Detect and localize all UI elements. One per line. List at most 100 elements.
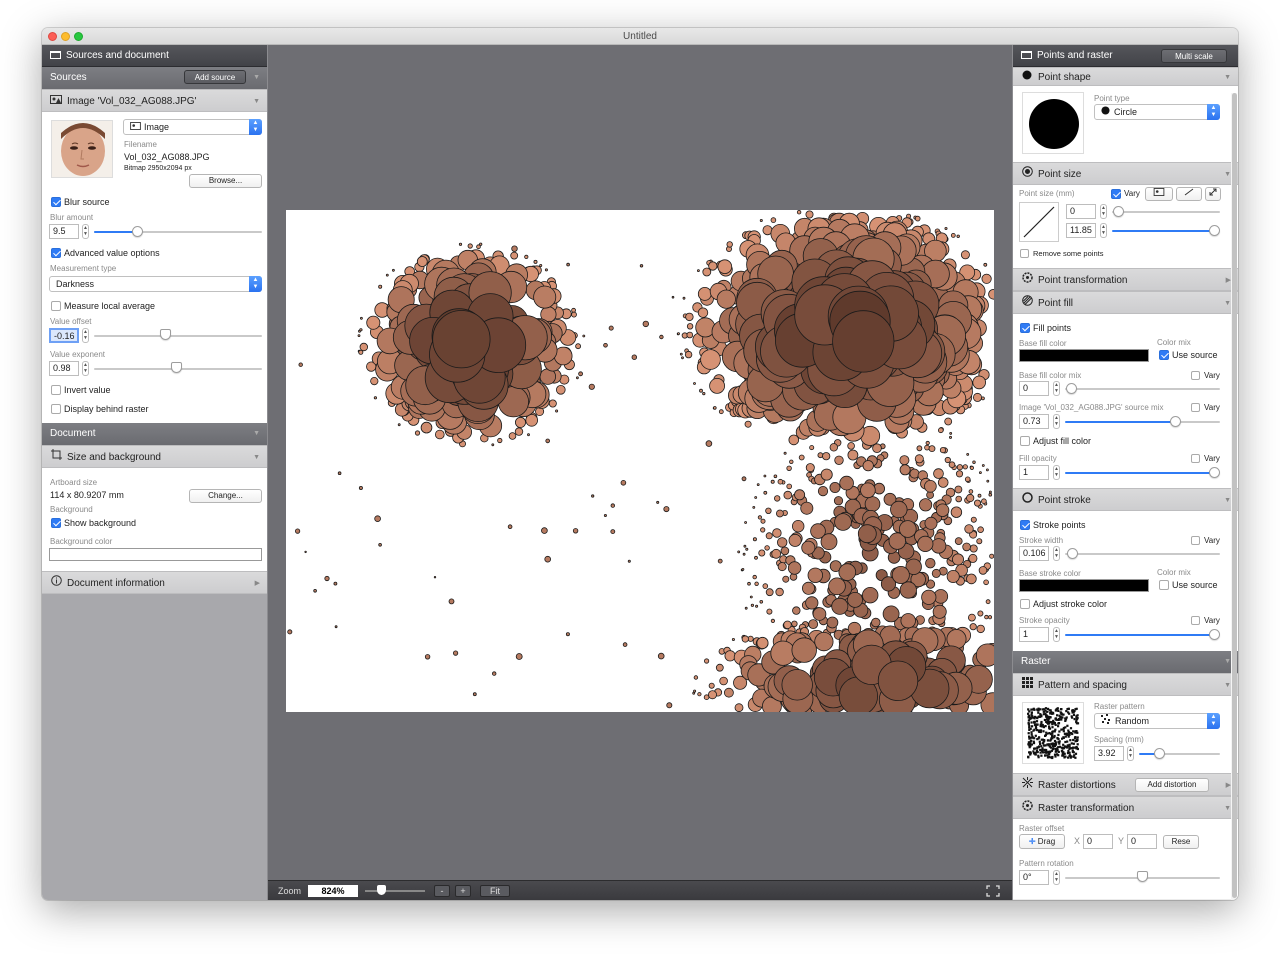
zoom-value-input[interactable]: 824% (308, 885, 358, 897)
collapse-icon[interactable]: ▼ (1224, 292, 1231, 315)
value-exponent-stepper[interactable]: ▲ ▼ (82, 361, 89, 376)
base-fill-mix-stepper[interactable]: ▲ ▼ (1053, 381, 1060, 396)
blur-amount-slider[interactable] (132, 226, 143, 237)
zoom-fit-button[interactable]: Fit (480, 885, 510, 897)
spacing-input[interactable]: 3.92 (1094, 746, 1124, 761)
point-type-select[interactable]: Circle ▲ ▼ (1094, 104, 1220, 120)
document-section-header[interactable]: Document ▼ (42, 423, 267, 445)
size-curve-button[interactable] (1176, 187, 1202, 201)
collapse-icon[interactable]: ▼ (1224, 797, 1231, 820)
size-curve-preview[interactable] (1019, 202, 1059, 242)
remove-points-checkbox[interactable] (1020, 249, 1029, 258)
close-window-button[interactable] (48, 32, 57, 41)
offset-x-input[interactable]: 0 (1083, 834, 1113, 849)
measurement-type-select[interactable]: Darkness ▲ ▼ (49, 276, 262, 292)
base-fill-mix-input[interactable]: 0 (1019, 381, 1049, 396)
expand-icon[interactable]: ▶ (255, 572, 260, 595)
base-fill-mix-track[interactable] (1065, 388, 1220, 390)
add-distortion-button[interactable]: Add distortion (1135, 778, 1209, 792)
zoom-slider[interactable] (377, 885, 386, 895)
fill-points-checkbox[interactable] (1020, 323, 1030, 333)
point-size-min-stepper[interactable]: ▲ ▼ (1100, 204, 1107, 219)
scrollbar-thumb[interactable] (1231, 93, 1237, 898)
point-size-min-track[interactable] (1112, 211, 1220, 213)
offset-y-input[interactable]: 0 (1127, 834, 1157, 849)
browse-button[interactable]: Browse... (189, 174, 262, 188)
fill-opacity-slider[interactable] (1209, 467, 1220, 478)
image-source-header[interactable]: Image 'Vol_032_AG088.JPG' ▼ (42, 89, 267, 112)
add-source-button[interactable]: Add source (184, 70, 246, 84)
stroke-opacity-slider[interactable] (1209, 629, 1220, 640)
use-source-stroke-checkbox[interactable] (1159, 580, 1169, 590)
background-color-swatch[interactable] (49, 548, 262, 561)
image-source-mix-input[interactable]: 0.73 (1019, 414, 1049, 429)
pattern-rotation-input[interactable]: 0° (1019, 870, 1049, 885)
multi-scale-button[interactable]: Multi scale (1161, 49, 1227, 63)
collapse-icon[interactable]: ▼ (253, 90, 260, 113)
invert-value-checkbox[interactable] (51, 385, 61, 395)
change-size-button[interactable]: Change... (189, 489, 262, 503)
pattern-rotation-slider[interactable] (1137, 871, 1148, 882)
point-size-max-slider[interactable] (1209, 225, 1220, 236)
pattern-spacing-header[interactable]: Pattern and spacing ▼ (1013, 673, 1238, 696)
source-thumbnail[interactable] (51, 120, 113, 178)
image-source-mix-track[interactable] (1175, 421, 1220, 423)
spacing-track[interactable] (1159, 753, 1220, 755)
fullscreen-icon[interactable] (986, 885, 1000, 897)
collapse-icon[interactable]: ▼ (1224, 651, 1231, 673)
display-behind-checkbox[interactable] (51, 404, 61, 414)
point-transformation-header[interactable]: Point transformation ▶ (1013, 268, 1238, 291)
value-offset-stepper[interactable]: ▲ ▼ (82, 328, 89, 343)
base-fill-mix-slider[interactable] (1066, 383, 1077, 394)
value-offset-slider[interactable] (160, 329, 171, 340)
raster-distortions-header[interactable]: Raster distortions Add distortion ▶ (1013, 773, 1238, 796)
collapse-icon[interactable]: ▼ (1224, 68, 1231, 87)
spacing-stepper[interactable]: ▲ ▼ (1127, 746, 1134, 761)
right-panel-scrollbar[interactable] (1231, 93, 1237, 900)
zoom-out-button[interactable]: - (434, 885, 450, 897)
vary-fill-mix-checkbox[interactable] (1191, 371, 1200, 380)
measure-local-checkbox[interactable] (51, 301, 61, 311)
point-fill-header[interactable]: Point fill ▼ (1013, 291, 1238, 314)
raster-transformation-header[interactable]: Raster transformation ▼ (1013, 796, 1238, 819)
use-source-fill-checkbox[interactable] (1159, 350, 1169, 360)
base-fill-color-swatch[interactable] (1019, 349, 1149, 362)
value-exponent-slider[interactable] (171, 362, 182, 373)
blur-amount-input[interactable]: 9.5 (49, 224, 79, 239)
collapse-icon[interactable]: ▼ (253, 446, 260, 469)
stroke-width-slider[interactable] (1067, 548, 1078, 559)
minimize-window-button[interactable] (61, 32, 70, 41)
drag-offset-button[interactable]: ✛ Drag (1019, 834, 1065, 849)
point-size-min-input[interactable]: 0 (1066, 204, 1096, 219)
advanced-options-checkbox[interactable] (51, 248, 61, 258)
collapse-icon[interactable]: ▼ (253, 423, 260, 445)
blur-source-checkbox[interactable] (51, 197, 61, 207)
point-size-max-stepper[interactable]: ▲ ▼ (1100, 223, 1107, 238)
point-shape-header[interactable]: Point shape ▼ (1013, 67, 1238, 86)
adjust-fill-color-checkbox[interactable] (1020, 436, 1030, 446)
sources-section-header[interactable]: Sources Add source ▼ (42, 67, 267, 89)
image-source-mix-slider[interactable] (1170, 416, 1181, 427)
vary-source-button[interactable] (1145, 187, 1173, 201)
stroke-width-input[interactable]: 0.106 (1019, 546, 1049, 561)
zoom-slider-track[interactable] (365, 890, 425, 892)
adjust-stroke-color-checkbox[interactable] (1020, 599, 1030, 609)
value-offset-input[interactable]: -0.16 (49, 328, 79, 343)
point-size-min-slider[interactable] (1113, 206, 1124, 217)
reset-offset-button[interactable]: Rese (1163, 835, 1199, 849)
stroke-opacity-stepper[interactable]: ▲ ▼ (1053, 627, 1060, 642)
vary-fill-opacity-checkbox[interactable] (1191, 454, 1200, 463)
stroke-width-stepper[interactable]: ▲ ▼ (1053, 546, 1060, 561)
canvas-area[interactable] (268, 45, 1012, 880)
fill-opacity-input[interactable]: 1 (1019, 465, 1049, 480)
size-background-header[interactable]: Size and background ▼ (42, 445, 267, 468)
vary-size-checkbox[interactable] (1111, 189, 1121, 199)
collapse-icon[interactable]: ▼ (1224, 163, 1231, 186)
point-size-header[interactable]: Point size ▼ (1013, 162, 1238, 185)
point-size-max-input[interactable]: 11.85 (1066, 223, 1096, 238)
raster-pattern-select[interactable]: Random ▲ ▼ (1094, 713, 1220, 729)
image-source-mix-stepper[interactable]: ▲ ▼ (1053, 414, 1060, 429)
pattern-rotation-stepper[interactable]: ▲ ▼ (1053, 870, 1060, 885)
base-stroke-color-swatch[interactable] (1019, 579, 1149, 592)
fill-opacity-stepper[interactable]: ▲ ▼ (1053, 465, 1060, 480)
